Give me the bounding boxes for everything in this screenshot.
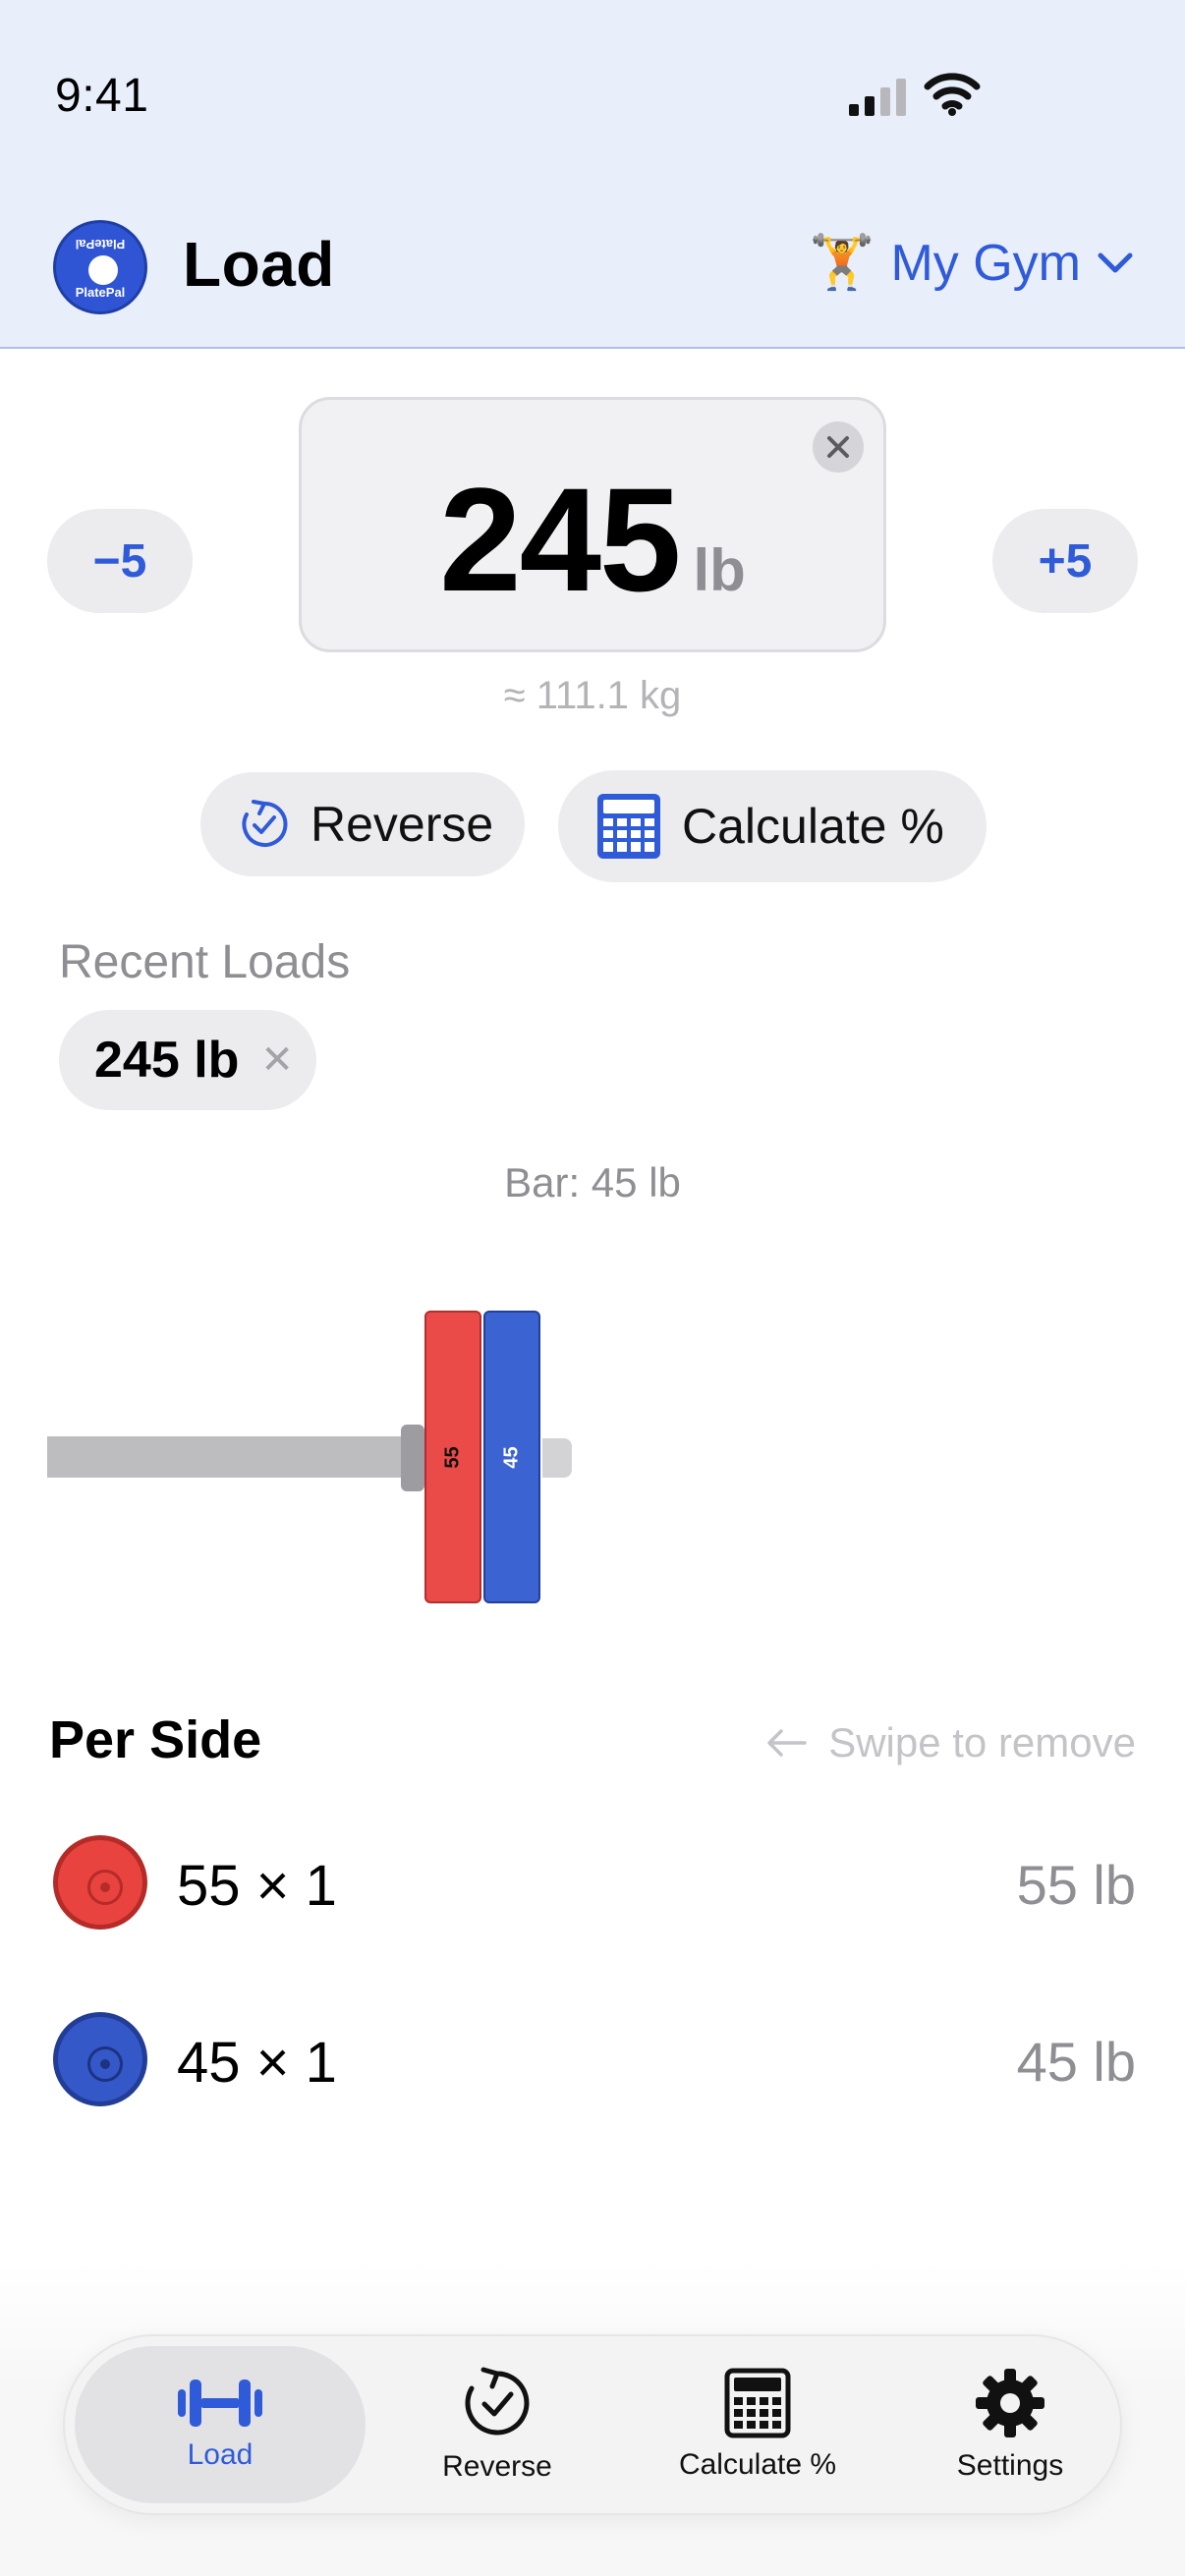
cellular-signal-icon bbox=[849, 79, 906, 116]
plate-row[interactable]: 55 × 1 55 lb bbox=[0, 1827, 1185, 1935]
recent-load-label: 245 lb bbox=[94, 1032, 240, 1089]
bar-weight-caption: Bar: 45 lb bbox=[504, 1159, 681, 1205]
barbell-icon bbox=[178, 2380, 262, 2427]
weightlifter-icon: 🏋️ bbox=[809, 233, 875, 292]
decrement-button[interactable]: −5 bbox=[47, 509, 193, 613]
tab-label: Settings bbox=[956, 2449, 1064, 2482]
plate-label: 55 bbox=[441, 1445, 464, 1469]
increment-button[interactable]: +5 bbox=[992, 509, 1138, 613]
recent-load-chip[interactable]: 245 lb ✕ bbox=[59, 1010, 316, 1110]
tab-reverse[interactable]: Reverse bbox=[389, 2346, 605, 2503]
plate-45[interactable]: 45 bbox=[483, 1311, 540, 1603]
status-time: 9:41 bbox=[55, 70, 149, 122]
calculate-label: Calculate % bbox=[682, 799, 944, 854]
plate-total: 45 lb bbox=[1016, 2031, 1136, 2093]
blue-plate-icon bbox=[53, 2012, 147, 2106]
reverse-check-icon bbox=[242, 800, 288, 847]
weight-input[interactable]: 245 lb bbox=[299, 397, 886, 652]
swipe-hint: Swipe to remove bbox=[765, 1719, 1136, 1766]
calculate-percent-button[interactable]: Calculate % bbox=[558, 770, 987, 882]
swipe-hint-text: Swipe to remove bbox=[828, 1719, 1136, 1765]
plate-total: 55 lb bbox=[1016, 1854, 1136, 1916]
barbell-visual: 55 45 bbox=[0, 1297, 1185, 1621]
gym-selector[interactable]: 🏋️ My Gym bbox=[809, 232, 1134, 294]
plate-count: 55 × 1 bbox=[177, 1854, 337, 1918]
wifi-icon bbox=[924, 73, 981, 116]
plate-row[interactable]: 45 × 1 45 lb bbox=[0, 2004, 1185, 2112]
reverse-check-icon bbox=[465, 2367, 530, 2436]
tab-load[interactable]: Load bbox=[75, 2346, 366, 2503]
calculator-icon bbox=[724, 2368, 791, 2438]
reverse-label: Reverse bbox=[310, 797, 494, 852]
tab-label: Calculate % bbox=[678, 2448, 837, 2481]
arrow-left-icon bbox=[767, 1729, 807, 1757]
tab-settings[interactable]: Settings bbox=[902, 2346, 1118, 2503]
page-title: Load bbox=[183, 229, 335, 300]
tab-label: Reverse bbox=[442, 2450, 552, 2483]
per-side-heading: Per Side bbox=[49, 1710, 262, 1769]
app-header: 9:41 PlatePal PlatePal Load 🏋️ My Gym bbox=[0, 0, 1185, 349]
bar-shaft bbox=[47, 1436, 403, 1478]
calculator-icon bbox=[597, 794, 660, 859]
chevron-down-icon bbox=[1098, 252, 1133, 272]
logo-text: PlatePal bbox=[75, 285, 126, 300]
plate-55[interactable]: 55 bbox=[424, 1311, 481, 1603]
remove-recent-icon[interactable]: ✕ bbox=[260, 1037, 294, 1083]
tab-label: Load bbox=[187, 2438, 254, 2471]
gym-name: My Gym bbox=[890, 234, 1081, 292]
app-logo: PlatePal PlatePal bbox=[53, 220, 147, 314]
plate-label: 45 bbox=[500, 1445, 523, 1469]
plate-count: 45 × 1 bbox=[177, 2031, 337, 2095]
weight-value: 245 bbox=[439, 457, 681, 622]
tab-bar: Load Reverse Calculate % Settings bbox=[63, 2334, 1122, 2515]
recent-loads-heading: Recent Loads bbox=[59, 936, 351, 988]
bar-collar bbox=[401, 1425, 424, 1491]
logo-text: PlatePal bbox=[75, 237, 126, 252]
weight-unit: lb bbox=[693, 537, 746, 603]
bar-sleeve-end bbox=[542, 1438, 572, 1478]
kg-equivalent: ≈ 111.1 kg bbox=[503, 674, 682, 717]
gear-icon bbox=[976, 2369, 1044, 2437]
reverse-button[interactable]: Reverse bbox=[200, 772, 525, 876]
red-plate-icon bbox=[53, 1835, 147, 1930]
tab-calculate[interactable]: Calculate % bbox=[615, 2346, 900, 2503]
